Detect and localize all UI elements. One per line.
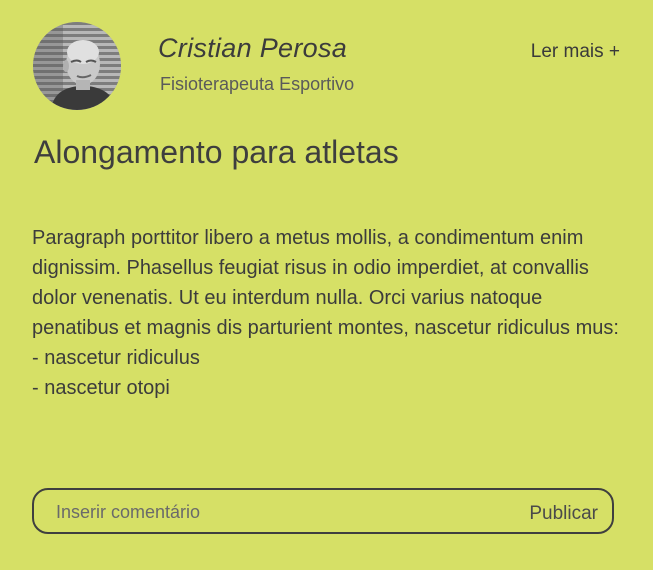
author-name[interactable]: Cristian Perosa — [158, 33, 347, 64]
post-paragraph: Paragraph porttitor libero a metus molli… — [32, 227, 619, 339]
post-title: Alongamento para atletas — [34, 134, 399, 170]
author-role: Fisioterapeuta Esportivo — [160, 74, 355, 94]
list-item: - nascetur ridiculus — [32, 347, 200, 369]
author-avatar[interactable] — [33, 22, 121, 110]
comment-input[interactable] — [56, 499, 496, 525]
author-photo — [33, 22, 121, 110]
post-body: Paragraph porttitor libero a metus molli… — [32, 223, 622, 403]
list-item: - nascetur otopi — [32, 377, 170, 399]
read-more-link[interactable]: Ler mais + — [531, 41, 620, 63]
comment-box: Publicar — [32, 488, 614, 534]
publish-button[interactable]: Publicar — [529, 503, 598, 525]
post-card: Cristian Perosa Fisioterapeuta Esportivo… — [0, 0, 653, 570]
